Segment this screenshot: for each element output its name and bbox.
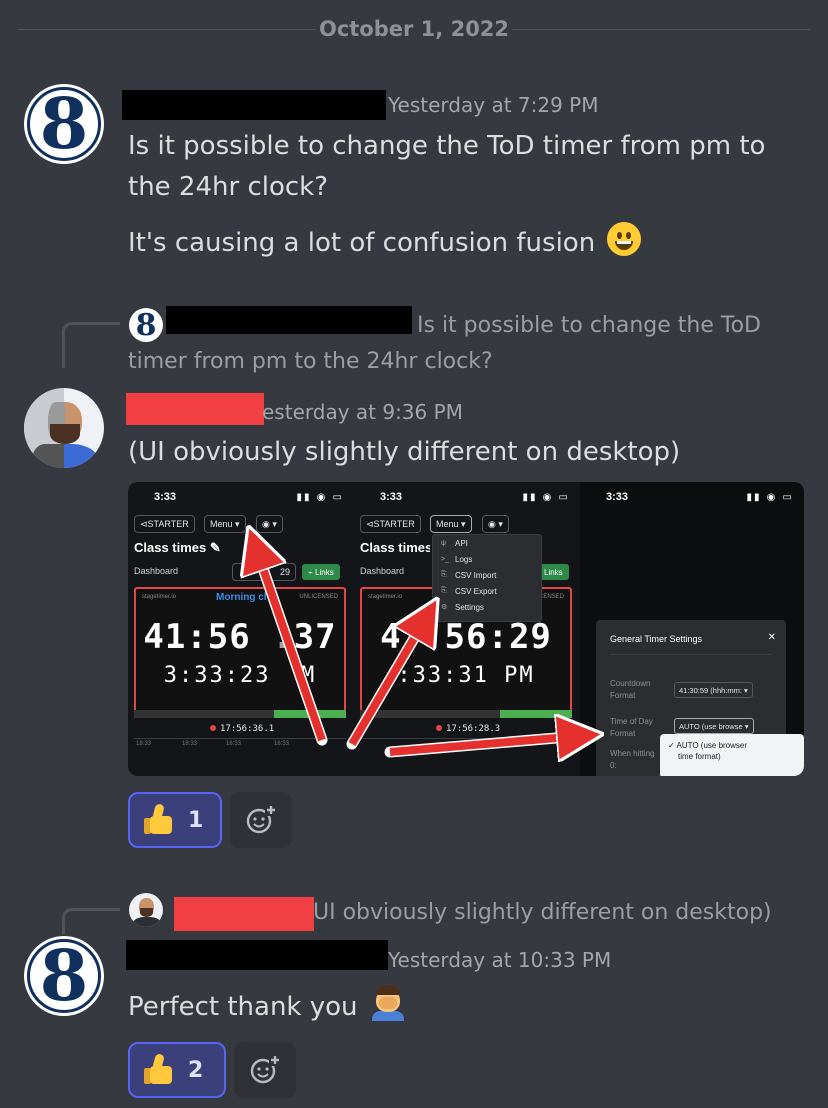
reply-preview-line-2[interactable]: timer from pm to the 24hr clock? (128, 349, 493, 374)
add-reaction-icon (250, 1054, 281, 1084)
arrow-to-tod-format (389, 736, 580, 752)
message-text-line: Perfect thank you (128, 985, 406, 1028)
add-reaction-button[interactable] (230, 792, 292, 848)
message-timestamp: esterday at 9:36 PM (262, 400, 463, 424)
thumbs-up-icon (144, 1053, 176, 1086)
redacted-reply-username (166, 306, 412, 334)
arrow-to-menu (256, 548, 326, 742)
message-timestamp: Yesterday at 7:29 PM (388, 93, 599, 117)
reply-preview[interactable]: UI obviously slightly different on deskt… (313, 900, 772, 925)
add-reaction-icon (246, 804, 277, 834)
reaction-count: 1 (188, 807, 204, 833)
thumbs-up-reaction[interactable]: 1 (128, 792, 222, 848)
reply-preview[interactable]: Is it possible to change the ToD (417, 313, 761, 338)
redacted-username (122, 90, 386, 120)
avatar[interactable] (24, 388, 104, 468)
grinning-face-icon (607, 222, 642, 256)
divider-line-right (512, 29, 810, 30)
message-text: Perfect thank you (128, 992, 358, 1022)
message-text-line-2: the 24hr clock? (128, 172, 329, 202)
redacted-username (126, 393, 264, 425)
message-text: (UI obviously slightly different on desk… (128, 437, 681, 467)
reaction-count: 2 (188, 1057, 204, 1083)
date-divider: October 1, 2022 (18, 17, 810, 41)
reply-avatar[interactable] (129, 893, 163, 927)
redacted-username (126, 940, 388, 970)
attached-image[interactable]: 3:33 ▮▮ ◉ ▭ ⊲ STARTER Menu ▾ ◉ ▾ Class ti… (128, 482, 804, 776)
message-timestamp: Yesterday at 10:33 PM (388, 948, 612, 972)
annotation-arrows (128, 482, 804, 776)
message-text-line-3: It's causing a lot of confusion fusion (128, 222, 642, 264)
avatar[interactable]: 8 (24, 84, 104, 164)
message-text-line-1: Is it possible to change the ToD timer f… (128, 131, 766, 161)
arrow-to-settings (348, 618, 426, 747)
add-reaction-button[interactable] (234, 1042, 296, 1098)
thumbs-up-reaction[interactable]: 2 (128, 1042, 226, 1098)
facepalm-icon (370, 985, 406, 1021)
avatar[interactable]: 8 (24, 936, 104, 1016)
reply-avatar[interactable]: 8 (129, 308, 163, 342)
redacted-reply-username (174, 897, 314, 931)
reply-connector (62, 908, 120, 934)
reply-connector (62, 322, 120, 368)
message-text: It's causing a lot of confusion fusion (128, 228, 596, 258)
thumbs-up-icon (144, 803, 176, 836)
